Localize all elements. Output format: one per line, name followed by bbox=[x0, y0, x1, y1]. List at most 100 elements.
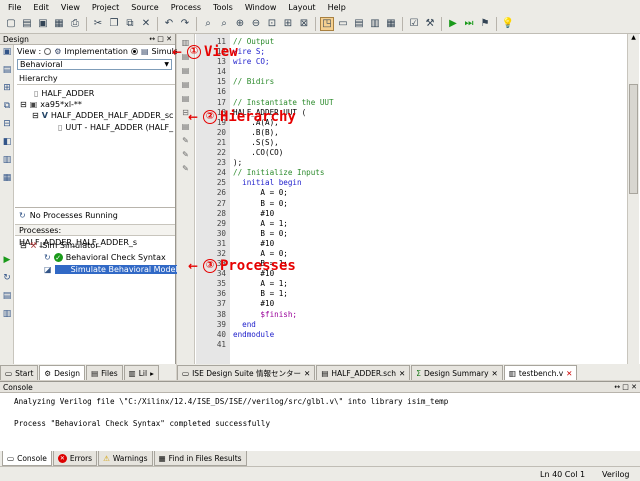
code-line[interactable]: .B(B), bbox=[233, 128, 613, 138]
add-source-icon[interactable]: ⊞ bbox=[0, 81, 14, 95]
find-icon[interactable]: ⌕ bbox=[201, 17, 215, 31]
tab-files[interactable]: ▤ Files bbox=[86, 365, 123, 380]
code-line[interactable]: // Output bbox=[233, 37, 613, 47]
code-line[interactable]: #10 bbox=[233, 299, 613, 309]
code-line[interactable]: B = 0; bbox=[233, 229, 613, 239]
menu-item-file[interactable]: File bbox=[2, 3, 27, 12]
code-line[interactable]: initial begin bbox=[233, 178, 613, 188]
code-line[interactable]: // Instantiate the UUT bbox=[233, 98, 613, 108]
zoom-full-icon[interactable]: ⊠ bbox=[297, 17, 311, 31]
zoom-fit-icon[interactable]: ⊡ bbox=[265, 17, 279, 31]
simulation-radio[interactable] bbox=[130, 48, 138, 55]
panel-controls-icon[interactable]: ↔ □ ✕ bbox=[149, 35, 172, 43]
tab-start[interactable]: ▭ Start bbox=[0, 365, 39, 380]
close-icon[interactable]: ✕ bbox=[304, 369, 310, 378]
code-line[interactable]: endmodule bbox=[233, 330, 613, 340]
tab-errors[interactable]: ✕ Errors bbox=[52, 451, 98, 466]
zoom-area-icon[interactable]: ⊞ bbox=[281, 17, 295, 31]
menu-item-window[interactable]: Window bbox=[239, 3, 283, 12]
tab-design[interactable]: ⚙ Design bbox=[39, 365, 86, 380]
tree-item-device[interactable]: ⊟ ▣ xa95*xl-** bbox=[20, 100, 82, 109]
code-line[interactable]: wire S; bbox=[233, 47, 613, 57]
code-line[interactable]: A = 1; bbox=[233, 279, 613, 289]
save-all-icon[interactable]: ▦ bbox=[52, 17, 66, 31]
open-icon[interactable]: ▥ bbox=[0, 153, 14, 167]
save-icon[interactable]: ▣ bbox=[36, 17, 50, 31]
menu-item-project[interactable]: Project bbox=[86, 3, 125, 12]
lightbulb-icon[interactable]: 💡 bbox=[501, 17, 515, 31]
process-view-icon[interactable]: ▥ bbox=[0, 307, 14, 321]
gutter-icon[interactable]: ✎ bbox=[177, 150, 194, 164]
menu-item-source[interactable]: Source bbox=[125, 3, 164, 12]
behavioral-select[interactable]: Behavioral ▼ bbox=[17, 59, 172, 70]
code-line[interactable] bbox=[233, 67, 613, 77]
run-all-icon[interactable]: ⏭ bbox=[462, 17, 476, 31]
code-line[interactable]: .CO(CO) bbox=[233, 148, 613, 158]
zoom-out-icon[interactable]: ⊖ bbox=[249, 17, 263, 31]
cut-icon[interactable]: ✂ bbox=[91, 17, 105, 31]
hierarchy-icon[interactable]: ▣ bbox=[0, 45, 14, 59]
implement-icon[interactable]: ⚑ bbox=[478, 17, 492, 31]
menu-item-tools[interactable]: Tools bbox=[207, 3, 239, 12]
tab-ise-info-center[interactable]: ▭ ISE Design Suite 情報センター ✕ bbox=[177, 365, 316, 380]
undo-icon[interactable]: ↶ bbox=[162, 17, 176, 31]
tab-find-results[interactable]: ▦ Find in Files Results bbox=[153, 451, 247, 466]
tree-item-uut[interactable]: ▯ UUT - HALF_ADDER (HALF_ bbox=[58, 123, 173, 132]
code-line[interactable]: $finish; bbox=[233, 310, 613, 320]
run-process-icon[interactable]: ▶ bbox=[0, 253, 14, 267]
close-icon[interactable]: ✕ bbox=[566, 369, 572, 378]
tools-icon[interactable]: ⚒ bbox=[423, 17, 437, 31]
implementation-radio[interactable] bbox=[44, 48, 52, 55]
process-check-syntax[interactable]: ↻ ✓ Behavioral Check Syntax bbox=[44, 253, 166, 262]
code-line[interactable] bbox=[233, 87, 613, 97]
tab-testbench-v[interactable]: ▥ testbench.v ✕ bbox=[503, 365, 578, 380]
collapse-icon[interactable]: ⊟ bbox=[32, 111, 39, 120]
tab-half-adder-sch[interactable]: ▤ HALF_ADDER.sch ✕ bbox=[316, 365, 411, 380]
run-icon[interactable]: ▶ bbox=[446, 17, 460, 31]
code-line[interactable]: #10 bbox=[233, 209, 613, 219]
gutter-icon[interactable]: ▤ bbox=[177, 94, 194, 108]
code-line[interactable] bbox=[233, 340, 613, 350]
view-icon[interactable]: ◳ bbox=[320, 16, 334, 31]
code-line[interactable]: // Initialize Inputs bbox=[233, 168, 613, 178]
tile-horizontal-icon[interactable]: ▤ bbox=[352, 17, 366, 31]
gutter-icon[interactable]: ✎ bbox=[177, 136, 194, 150]
code-line[interactable]: A = 1; bbox=[233, 219, 613, 229]
tab-warnings[interactable]: ⚠ Warnings bbox=[98, 451, 153, 466]
console-output[interactable]: Analyzing Verilog file \"C:/Xilinx/12.4/… bbox=[0, 393, 640, 430]
process-isim[interactable]: ⊟ ⚒ ISim Simulator bbox=[20, 241, 98, 250]
implementation-label[interactable]: Implementation bbox=[64, 47, 128, 56]
tab-design-summary[interactable]: Σ Design Summary ✕ bbox=[411, 365, 503, 380]
copy-icon[interactable]: ❐ bbox=[107, 17, 121, 31]
new-file-icon[interactable]: ▢ bbox=[4, 17, 18, 31]
code-line[interactable]: ); bbox=[233, 158, 613, 168]
tree-item-half-adder[interactable]: ▯ HALF_ADDER bbox=[34, 89, 94, 98]
new-source-icon[interactable]: ▤ bbox=[0, 63, 14, 77]
rerun-icon[interactable]: ↻ bbox=[0, 271, 14, 285]
tab-libraries[interactable]: ▥ Lil ▸ bbox=[123, 365, 159, 380]
add-copy-icon[interactable]: ⧉ bbox=[0, 99, 14, 113]
code-line[interactable]: B = 1; bbox=[233, 289, 613, 299]
chevron-right-icon[interactable]: ▸ bbox=[150, 369, 154, 378]
code-line[interactable]: B = 0; bbox=[233, 199, 613, 209]
code-line[interactable]: end bbox=[233, 320, 613, 330]
scroll-up-icon[interactable]: ▲ bbox=[628, 34, 639, 44]
gutter-icon[interactable]: ▤ bbox=[177, 66, 194, 80]
code-line[interactable]: #10 bbox=[233, 239, 613, 249]
properties-icon[interactable]: ◧ bbox=[0, 135, 14, 149]
code-area[interactable]: // Output wire S; wire CO; // Bidirs // Inst… bbox=[233, 37, 613, 350]
collapse-icon[interactable]: ⊟ bbox=[20, 241, 27, 250]
menu-item-help[interactable]: Help bbox=[322, 3, 352, 12]
panel-controls-icon[interactable]: ↔ □ ✕ bbox=[614, 383, 637, 391]
open-folder-icon[interactable]: ▤ bbox=[20, 17, 34, 31]
remove-icon[interactable]: ⊟ bbox=[0, 117, 14, 131]
paste-icon[interactable]: ⧉ bbox=[123, 17, 137, 31]
process-simulate[interactable]: ◪ Simulate Behavioral Model bbox=[44, 265, 182, 274]
cascade-icon[interactable]: ▭ bbox=[336, 17, 350, 31]
tile-vertical-icon[interactable]: ▥ bbox=[368, 17, 382, 31]
view-source-icon[interactable]: ▦ bbox=[0, 171, 14, 185]
delete-icon[interactable]: ✕ bbox=[139, 17, 153, 31]
zoom-in-icon[interactable]: ⊕ bbox=[233, 17, 247, 31]
close-icon[interactable]: ✕ bbox=[492, 369, 498, 378]
menu-item-edit[interactable]: Edit bbox=[27, 3, 55, 12]
